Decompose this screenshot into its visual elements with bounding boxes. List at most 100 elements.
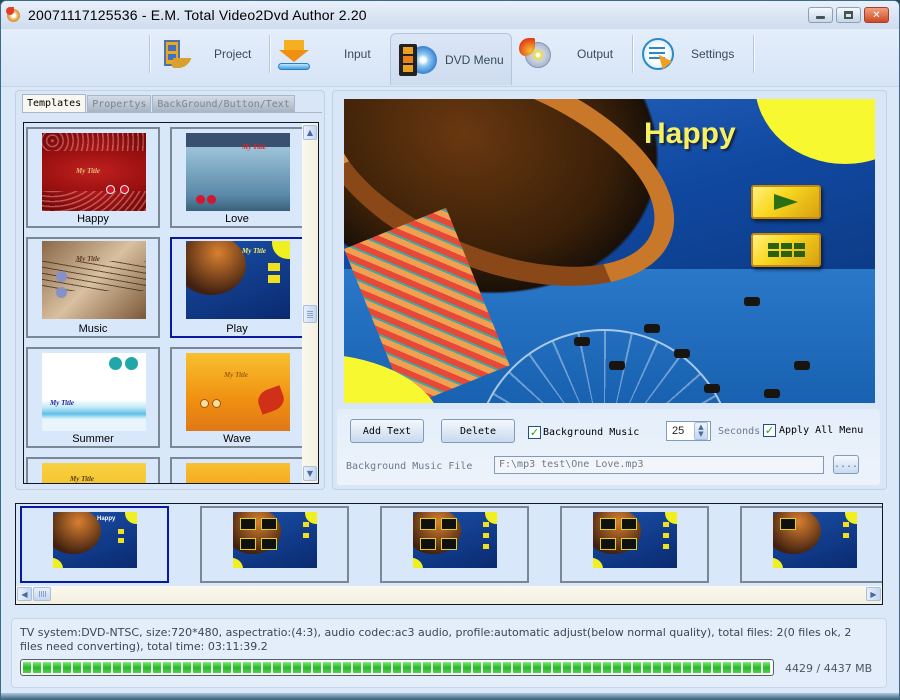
thumb-title: My Title (242, 247, 267, 255)
menu-pages-scrollbar[interactable]: ◀ ▶ (16, 586, 882, 604)
template-item[interactable]: My Title Music (26, 237, 160, 338)
delete-button[interactable]: Delete (441, 419, 515, 443)
page-title: Happy (97, 516, 116, 522)
nav-output[interactable]: Output (519, 33, 629, 75)
menu-editor-panel: Happy Add Text Delete ✓ Background Music… (332, 90, 887, 490)
maximize-button[interactable] (836, 7, 861, 23)
menu-page-item[interactable]: Happy (20, 506, 169, 583)
menu-play-button[interactable] (751, 185, 821, 219)
panel-tabs: Templates Propertys BackGround/Button/Te… (22, 94, 295, 112)
scroll-up-button[interactable]: ▲ (303, 125, 317, 140)
template-item[interactable]: My Title Happy (26, 127, 160, 228)
menu-title-text[interactable]: Happy (644, 117, 736, 151)
background-music-checkbox[interactable]: ✓ (528, 426, 541, 439)
burn-disc-icon (519, 38, 551, 70)
chapters-grid-icon (767, 243, 805, 257)
title-bar: 20071117125536 - E.M. Total Video2Dvd Au… (1, 1, 899, 29)
template-name: Wave (223, 433, 251, 445)
template-name: Play (226, 323, 248, 335)
menu-page-thumbnail (773, 512, 857, 568)
template-thumbnail: My Title (186, 133, 290, 211)
scroll-left-button[interactable]: ◀ (17, 587, 32, 601)
apply-all-menu-checkbox[interactable]: ✓ (763, 424, 776, 437)
template-list: My Title Happy My Title Love My Title Mu… (23, 122, 319, 484)
nav-output-label: Output (577, 47, 614, 61)
minimize-icon (816, 16, 825, 19)
template-item[interactable]: My Title Love (170, 127, 304, 228)
dvd-menu-icon (399, 43, 437, 76)
chevron-down-icon: ▼ (306, 469, 314, 478)
scroll-thumb[interactable] (303, 305, 317, 323)
checkmark-icon: ✓ (764, 424, 775, 437)
template-list-scrollbar[interactable]: ▲ ▼ (302, 123, 318, 483)
scroll-right-button[interactable]: ▶ (866, 587, 881, 601)
template-thumbnail (186, 463, 290, 483)
menu-pages-strip: Happy ◀ ▶ (15, 503, 883, 605)
thumb-title: My Title (50, 399, 75, 407)
template-name: Music (78, 323, 108, 335)
template-thumbnail: My Title (42, 353, 146, 431)
template-item[interactable] (170, 457, 304, 483)
template-thumbnail: My Title (186, 241, 290, 319)
nav-separator (632, 35, 633, 73)
thumb-title: My Title (242, 143, 267, 151)
settings-list-icon (642, 38, 674, 70)
music-file-label: Background Music File (346, 461, 473, 472)
template-name: Happy (77, 213, 109, 225)
menu-preview[interactable]: Happy (344, 99, 875, 403)
scroll-thumb[interactable] (33, 587, 51, 601)
nav-project[interactable]: Project (158, 33, 268, 75)
template-item[interactable]: My Title Wave (170, 347, 304, 448)
app-window: 20071117125536 - E.M. Total Video2Dvd Au… (0, 0, 900, 700)
nav-separator (149, 35, 150, 73)
add-text-button[interactable]: Add Text (350, 419, 424, 443)
tab-background-button-text[interactable]: BackGround/Button/Text (152, 95, 295, 112)
nav-input[interactable]: Input (278, 33, 388, 75)
seconds-spinner[interactable]: ▲ ▼ (694, 422, 708, 440)
menu-page-item[interactable] (560, 506, 709, 583)
menu-page-thumbnail (593, 512, 677, 568)
status-panel: TV system:DVD-NTSC, size:720*480, aspect… (11, 618, 887, 688)
thumb-title: My Title (76, 255, 101, 263)
nav-dvd-menu-label: DVD Menu (445, 52, 504, 67)
nav-separator (753, 35, 754, 73)
nav-project-label: Project (214, 47, 252, 61)
input-download-icon (278, 38, 310, 70)
nav-settings[interactable]: Settings (642, 33, 752, 75)
menu-chapters-button[interactable] (751, 233, 821, 267)
chevron-left-icon: ◀ (21, 589, 28, 599)
template-name: Love (225, 213, 249, 225)
main-nav: Project Input DVD Menu Output Settings (1, 29, 899, 87)
window-bottom-border (1, 693, 899, 699)
background-music-label: Background Music (543, 427, 640, 438)
template-name: Summer (72, 433, 114, 445)
close-button[interactable]: ✕ (864, 7, 889, 23)
template-item[interactable]: My Title Play (170, 237, 304, 338)
menu-page-item[interactable] (380, 506, 529, 583)
menu-page-thumbnail (413, 512, 497, 568)
minimize-button[interactable] (808, 7, 833, 23)
tab-templates[interactable]: Templates (22, 94, 87, 112)
disc-capacity-bar (20, 659, 774, 676)
tab-propertys[interactable]: Propertys (87, 95, 152, 112)
project-film-icon (158, 38, 192, 70)
menu-page-item[interactable] (740, 506, 882, 583)
nav-input-label: Input (344, 47, 371, 61)
browse-button[interactable]: .... (833, 455, 859, 474)
spin-down-icon: ▼ (698, 430, 704, 438)
music-file-input[interactable]: F:\mp3 test\One Love.mp3 (494, 456, 824, 474)
template-thumbnail: My Title (42, 463, 146, 483)
tab-divider (22, 112, 322, 113)
template-item[interactable]: My Title Summer (26, 347, 160, 448)
template-item[interactable]: My Title (26, 457, 160, 483)
scroll-down-button[interactable]: ▼ (303, 466, 317, 481)
nav-dvd-menu[interactable]: DVD Menu (390, 33, 512, 85)
checkmark-icon: ✓ (529, 426, 540, 439)
disc-capacity-readout: 4429 / 4437 MB (785, 662, 873, 675)
template-thumbnail: My Title (186, 353, 290, 431)
maximize-icon (844, 11, 853, 19)
thumb-title: My Title (70, 475, 95, 483)
template-thumbnail: My Title (42, 133, 146, 211)
close-icon: ✕ (872, 9, 881, 21)
menu-page-item[interactable] (200, 506, 349, 583)
